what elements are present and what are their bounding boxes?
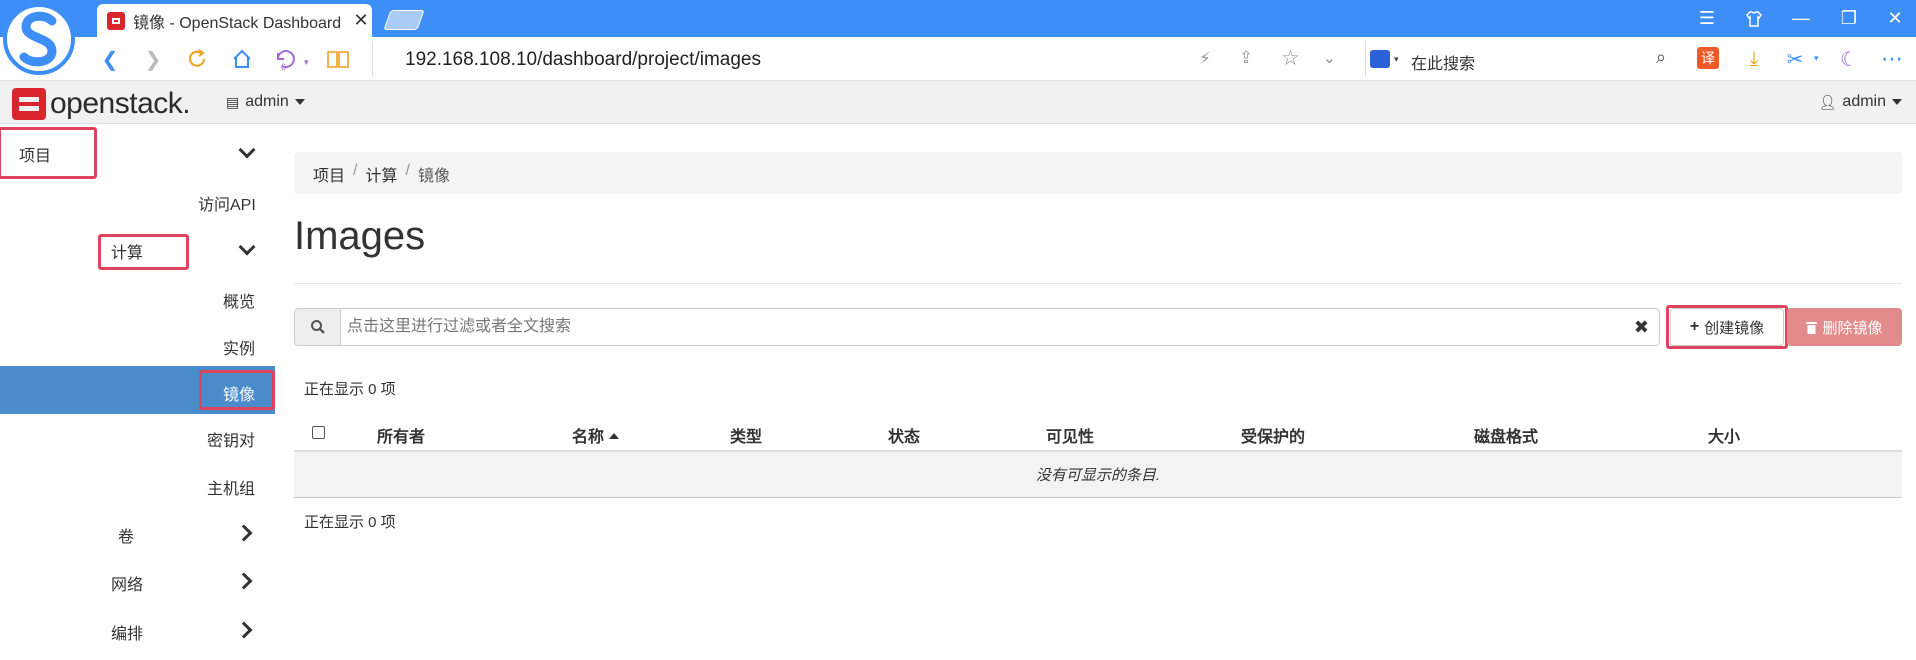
forward-icon[interactable]: ❯ [141,47,165,71]
breadcrumb-separator: / [353,162,358,179]
filter-group: ✖ [294,308,1660,346]
user-icon: 👤︎ [1818,93,1837,110]
menu-icon[interactable]: ☰ [1684,0,1730,37]
title-divider [294,283,1902,284]
highlight-compute [98,234,189,270]
page-title: Images [294,214,426,258]
delete-images-button[interactable]: 删除镜像 [1787,308,1902,346]
column-size[interactable]: 大小 [1708,423,1740,447]
browser-logo-icon [3,3,75,75]
new-tab-button[interactable] [383,10,425,30]
table-header: 所有者 名称 类型 状态 可见性 受保护的 磁盘格式 大小 [294,414,1902,452]
search-box[interactable]: ▾ 在此搜索 ⌕ [1365,41,1685,77]
sidebar-item-overview[interactable]: 概览 [223,288,255,312]
highlight-create-image [1666,305,1788,349]
chevron-right-icon[interactable] [235,524,253,542]
project-list-icon: ▤ [226,93,240,110]
select-all-checkbox[interactable] [312,426,325,439]
undo-dropdown-icon[interactable]: ▾ [304,57,309,68]
sidebar-item-api-access[interactable]: 访问API [198,191,256,215]
night-mode-icon[interactable]: ☾ [1837,47,1861,71]
baidu-engine-icon[interactable] [1370,50,1390,68]
share-icon[interactable]: ⇪ [1239,48,1253,68]
chevron-right-icon[interactable] [235,621,253,639]
column-status[interactable]: 状态 [888,423,920,447]
reading-mode-icon[interactable] [326,47,350,71]
highlight-project [0,127,97,179]
scissors-dropdown-icon[interactable]: ▾ [1814,53,1819,64]
trash-icon [1806,321,1818,334]
url-dropdown-icon[interactable]: ⌄ [1323,49,1336,67]
user-menu[interactable]: 👤︎ admin [1819,93,1902,111]
home-icon[interactable] [230,47,254,71]
search-icon[interactable] [295,309,341,345]
lightning-icon[interactable]: ⚡ [1199,49,1211,69]
column-owner[interactable]: 所有者 [377,423,425,447]
breadcrumb: 项目 / 计算 / 镜像 [294,152,1902,194]
user-menu-label: admin [1842,93,1886,110]
sidebar-item-volumes[interactable]: 卷 [118,523,134,547]
translate-icon[interactable]: 译 [1697,47,1719,69]
filter-input[interactable] [347,309,1617,345]
breadcrumb-project[interactable]: 项目 [313,162,345,185]
screenshot-scissors-icon[interactable]: ✂ [1783,47,1807,71]
openstack-header: openstack. ▤ admin 👤︎ admin [0,81,1916,124]
caret-down-icon [294,99,305,105]
sidebar-item-instances[interactable]: 实例 [223,335,255,359]
column-protected[interactable]: 受保护的 [1241,423,1305,447]
column-name-label: 名称 [572,429,605,446]
project-selector-label: admin [245,93,289,110]
minimize-icon[interactable]: — [1778,0,1824,37]
refresh-icon[interactable] [185,47,209,71]
tab-title: 镜像 - OpenStack Dashboard [133,14,342,32]
sidebar: 项目 访问API 计算 概览 实例 镜像 密钥对 主机组 卷 网络 编排 [0,124,275,660]
sidebar-item-network[interactable]: 网络 [111,571,143,595]
chevron-right-icon[interactable] [235,572,253,590]
item-count-bottom: 正在显示 0 项 [304,514,396,531]
search-icon[interactable]: ⌕ [1656,47,1666,68]
browser-navbar: ❮ ❯ 6 ▾ 192.168.108.10/dashboard/project… [0,37,1916,81]
chevron-down-icon[interactable] [238,141,256,159]
sort-asc-icon [609,433,620,439]
sidebar-item-key-pairs[interactable]: 密钥对 [207,427,255,451]
item-count-top: 正在显示 0 项 [304,381,396,398]
project-selector[interactable]: ▤ admin [226,93,305,111]
browser-tab[interactable]: 镜像 - OpenStack Dashboard ✕ [97,4,372,37]
address-bar[interactable]: 192.168.108.10/dashboard/project/images … [372,41,1352,77]
sidebar-item-orchestration[interactable]: 编排 [111,620,143,644]
delete-images-label: 删除镜像 [1822,319,1883,337]
openstack-favicon-icon [107,11,125,30]
column-disk-format[interactable]: 磁盘格式 [1474,423,1538,447]
openstack-logo-text: openstack. [50,87,191,120]
column-type[interactable]: 类型 [730,423,762,447]
breadcrumb-separator: / [405,162,410,179]
chevron-down-icon[interactable] [238,238,256,256]
breadcrumb-compute[interactable]: 计算 [365,162,397,185]
caret-down-icon [1892,99,1902,105]
sidebar-item-server-groups[interactable]: 主机组 [207,475,255,499]
undo-badge: 6 [281,62,287,72]
highlight-images [199,370,275,410]
skin-icon[interactable] [1731,0,1777,37]
browser-titlebar: 镜像 - OpenStack Dashboard ✕ ☰ — ❐ ✕ [0,0,1916,37]
bookmark-star-icon[interactable]: ☆ [1281,46,1300,71]
restore-icon[interactable]: ❐ [1826,0,1872,37]
openstack-logo[interactable]: openstack. [12,87,191,121]
column-visibility[interactable]: 可见性 [1046,423,1094,447]
empty-table-row: 没有可显示的条目. [294,452,1902,498]
back-icon[interactable]: ❮ [98,47,122,71]
breadcrumb-images: 镜像 [417,168,450,185]
url-text[interactable]: 192.168.108.10/dashboard/project/images [405,49,761,71]
tab-close-icon[interactable]: ✕ [350,10,372,31]
openstack-logo-icon [12,88,46,120]
clear-filter-icon[interactable]: ✖ [1634,317,1649,338]
close-window-icon[interactable]: ✕ [1872,0,1916,37]
more-icon[interactable]: ⋯ [1880,46,1904,71]
column-name[interactable]: 名称 [572,423,620,447]
download-icon[interactable]: ⤓ [1742,47,1766,71]
engine-dropdown-icon[interactable]: ▾ [1394,54,1399,65]
search-placeholder[interactable]: 在此搜索 [1411,50,1475,74]
